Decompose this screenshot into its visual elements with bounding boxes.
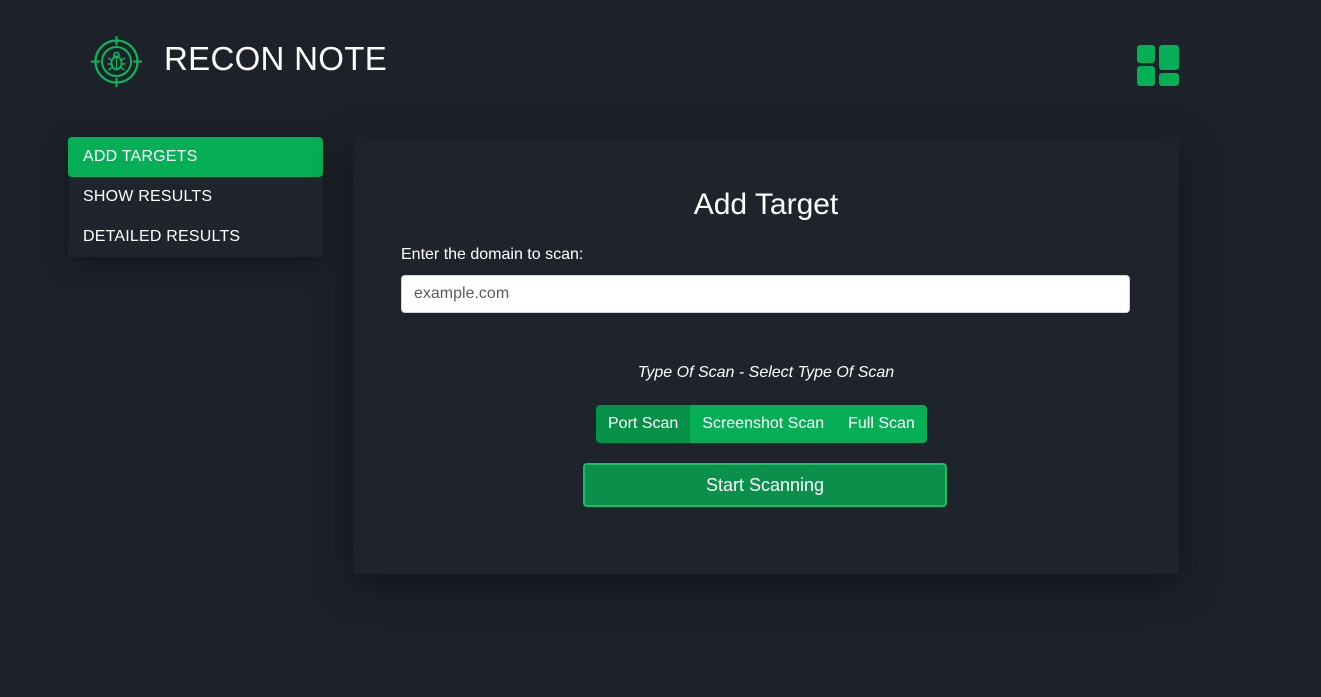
domain-input[interactable] <box>401 275 1130 313</box>
port-scan-option[interactable]: Port Scan <box>596 405 691 443</box>
page: RECON NOTE ADD TARGETS SHOW RESULTS DETA… <box>0 0 1321 697</box>
sidebar-item-show-results[interactable]: SHOW RESULTS <box>68 177 323 217</box>
start-scanning-button[interactable]: Start Scanning <box>583 463 947 507</box>
screenshot-scan-option[interactable]: Screenshot Scan <box>690 405 837 443</box>
dashboard-grid-icon[interactable] <box>1137 45 1179 86</box>
scan-type-group: Port Scan Screenshot Scan Full Scan <box>596 405 927 443</box>
domain-label: Enter the domain to scan: <box>401 246 584 263</box>
full-scan-option[interactable]: Full Scan <box>836 405 927 443</box>
sidebar-item-detailed-results[interactable]: DETAILED RESULTS <box>68 217 323 257</box>
target-bug-icon[interactable] <box>90 35 143 88</box>
sidebar-nav: ADD TARGETS SHOW RESULTS DETAILED RESULT… <box>68 137 323 257</box>
add-target-card: Add Target Enter the domain to scan: Typ… <box>353 137 1179 574</box>
app-title: RECON NOTE <box>164 40 388 77</box>
page-title: Add Target <box>693 188 839 221</box>
scan-type-label: Type Of Scan - Select Type Of Scan <box>637 364 895 381</box>
sidebar-item-add-targets[interactable]: ADD TARGETS <box>68 137 323 177</box>
